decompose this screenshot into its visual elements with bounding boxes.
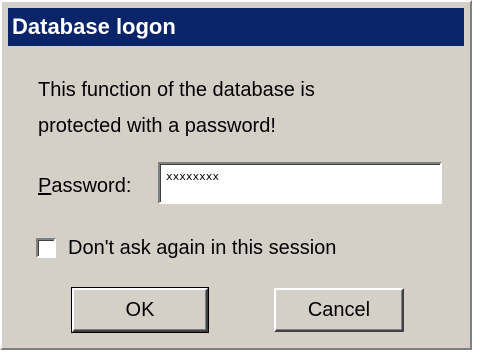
title-bar[interactable]: Database logon [8, 8, 464, 46]
password-label-accelerator: P [38, 175, 52, 197]
password-field[interactable]: xxxxxxxx [158, 162, 442, 204]
message-line-2: protected with a password! [38, 115, 276, 137]
database-logon-dialog: Database logon This function of the data… [0, 0, 472, 350]
dont-ask-again-row[interactable]: Don't ask again in this session [36, 234, 336, 262]
dont-ask-again-checkbox[interactable] [36, 238, 56, 258]
password-field-value: xxxxxxxx [166, 170, 219, 183]
cancel-button[interactable]: Cancel [274, 288, 404, 332]
ok-button[interactable]: OK [71, 287, 209, 333]
message-text: This function of the database is protect… [38, 72, 458, 144]
window-title: Database logon [12, 14, 176, 39]
message-line-1: This function of the database is [38, 79, 315, 101]
password-label-text: assword: [51, 175, 132, 197]
dont-ask-again-label[interactable]: Don't ask again in this session [68, 237, 336, 260]
password-label: Password: [38, 172, 131, 200]
